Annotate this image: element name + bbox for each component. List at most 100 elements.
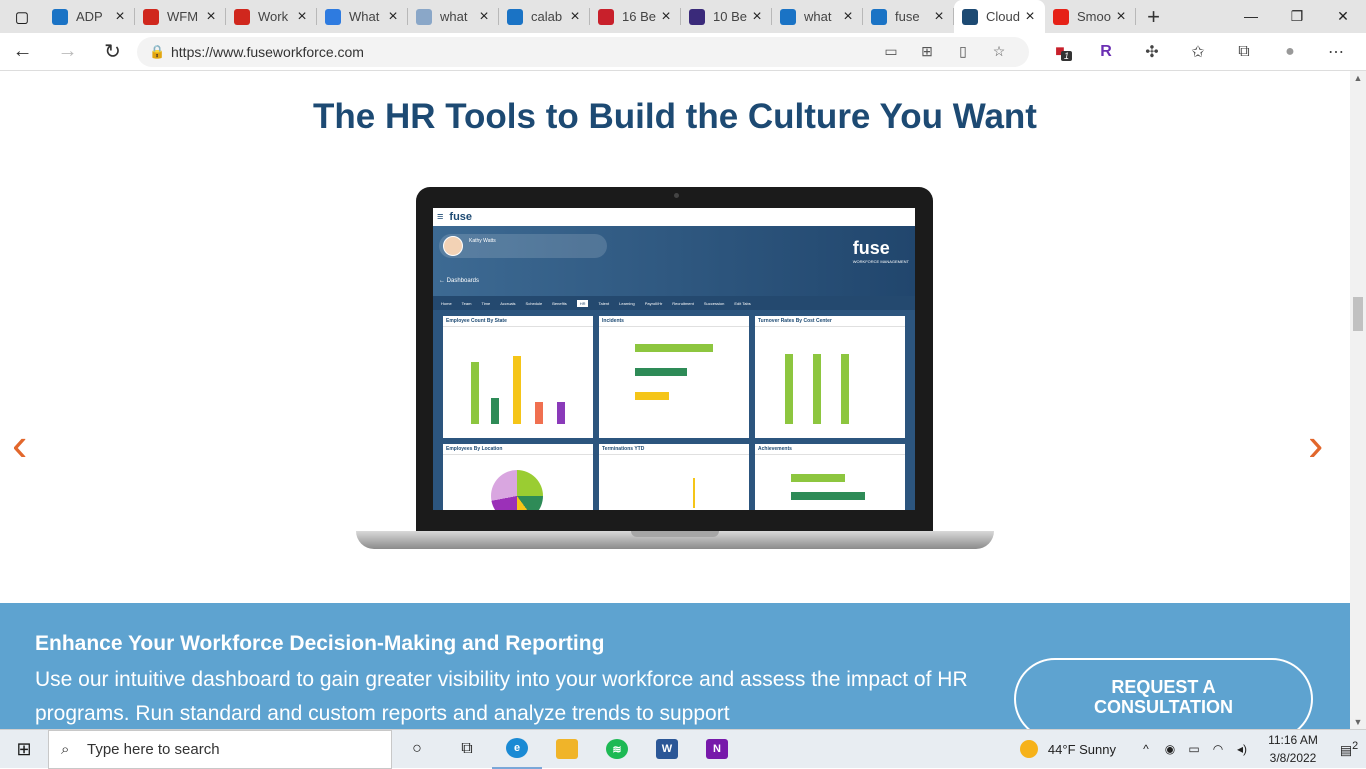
apps-icon[interactable]: ⊞ [909, 43, 945, 60]
notification-icon[interactable]: ▤2 [1332, 740, 1366, 758]
bar [535, 402, 543, 424]
info-band: Enhance Your Workforce Decision-Making a… [0, 603, 1350, 729]
browser-tab[interactable]: Work × [226, 0, 317, 33]
tab-close-icon[interactable]: × [113, 8, 127, 26]
browser-tab[interactable]: fuse × [863, 0, 954, 33]
menu-icon: ≡ [437, 211, 444, 223]
browser-tab[interactable]: Smoo × [1045, 0, 1136, 33]
browser-tab[interactable]: Cloud × [954, 0, 1045, 33]
request-consultation-button[interactable]: REQUEST A CONSULTATION [1014, 658, 1313, 729]
chevron-up-icon[interactable]: ^ [1134, 742, 1158, 756]
refresh-button[interactable]: ↻ [90, 39, 135, 64]
tab-close-icon[interactable]: × [477, 8, 491, 26]
profile-avatar[interactable]: ● [1267, 43, 1313, 61]
card-achievements: Achievements [755, 444, 905, 510]
bar [785, 354, 793, 424]
browser-tab[interactable]: calab × [499, 0, 590, 33]
scroll-up-icon[interactable]: ▲ [1350, 73, 1366, 83]
browser-tab[interactable]: What × [317, 0, 408, 33]
taskbar-search-input[interactable]: ⌕ Type here to search [48, 729, 392, 769]
new-tab-button[interactable]: + [1136, 4, 1171, 30]
cortana-icon[interactable]: ○ [392, 730, 442, 769]
address-bar[interactable]: 🔒 https://www.fuseworkforce.com ▭ ⊞ ▯ ☆ [137, 36, 1029, 67]
tab-close-icon[interactable]: × [295, 8, 309, 26]
forward-button[interactable]: → [45, 40, 90, 63]
tab-close-icon[interactable]: × [204, 8, 218, 26]
site-icon [689, 8, 705, 25]
immersive-reader-icon[interactable]: ▯ [945, 43, 981, 60]
favorite-star-icon[interactable]: ☆ [981, 43, 1017, 60]
tab-close-icon[interactable]: × [1114, 8, 1128, 26]
weather-text[interactable]: 44°F Sunny [1048, 742, 1116, 757]
scroll-down-icon[interactable]: ▼ [1350, 717, 1366, 727]
tab-close-icon[interactable]: × [750, 8, 764, 26]
back-button[interactable]: ← [0, 40, 45, 63]
tab-title: Work [258, 9, 289, 24]
browser-tab[interactable]: WFM × [135, 0, 226, 33]
tab-close-icon[interactable]: × [1023, 8, 1037, 26]
wifi-icon[interactable]: ◠ [1206, 742, 1230, 756]
laptop-notch [631, 531, 719, 537]
bar [557, 402, 565, 424]
bing-icon [780, 8, 796, 25]
browser-tab[interactable]: 10 Be × [681, 0, 772, 33]
task-view-icon[interactable]: ⧉ [442, 730, 492, 769]
dashboard-tab: Learning [619, 300, 635, 306]
browser-tab[interactable]: 16 Be × [590, 0, 681, 33]
bolt-icon [325, 8, 341, 25]
dashboard-tab: HR [576, 299, 589, 307]
fj-icon [598, 8, 614, 25]
favorites-icon[interactable]: ✩ [1175, 42, 1221, 62]
browser-tab[interactable]: what × [408, 0, 499, 33]
volume-icon[interactable]: ◂) [1230, 742, 1254, 756]
windows-start-icon[interactable]: ⊞ [0, 739, 48, 760]
extension-r-icon[interactable]: R [1083, 43, 1129, 61]
tab-close-icon[interactable]: × [568, 8, 582, 26]
card-title: Turnover Rates By Cost Center [755, 316, 905, 327]
scroll-thumb[interactable] [1353, 297, 1363, 331]
onenote-icon[interactable]: N [692, 730, 742, 769]
meet-now-icon[interactable]: ◉ [1158, 742, 1182, 756]
url-text[interactable]: https://www.fuseworkforce.com [171, 44, 873, 60]
laptop-camera [674, 193, 679, 198]
card-terminations: Terminations YTD [599, 444, 749, 510]
bar [791, 492, 865, 500]
extension-icon[interactable]: ■ 1 [1037, 43, 1083, 61]
edge-icon[interactable]: e [492, 730, 542, 769]
browser-tab[interactable]: ADP × [44, 0, 135, 33]
tab-close-icon[interactable]: × [932, 8, 946, 26]
tab-close-icon[interactable]: × [386, 8, 400, 26]
lock-icon: 🔒 [149, 43, 166, 59]
bar [693, 478, 695, 508]
tab-title: WFM [167, 9, 199, 24]
tab-actions-icon: ▢ [14, 8, 30, 26]
word-icon[interactable]: W [642, 730, 692, 769]
battery-icon[interactable]: ▭ [1182, 742, 1206, 756]
tab-close-icon[interactable]: × [659, 8, 673, 26]
dashboards-link: ← Dashboards [439, 278, 480, 284]
collections-icon[interactable]: ⧉ [1221, 43, 1267, 61]
clock[interactable]: 11:16 AM 3/8/2022 [1254, 731, 1332, 767]
dashboard-tab: Payroll/Hr [644, 300, 663, 306]
extensions-puzzle-icon[interactable]: ✣ [1129, 42, 1175, 62]
carousel-prev-icon[interactable]: ‹ [12, 421, 27, 467]
tab-close-icon[interactable]: × [841, 8, 855, 26]
more-menu-icon[interactable]: ⋯ [1313, 42, 1359, 62]
file-explorer-icon[interactable] [542, 730, 592, 769]
tab-actions-button[interactable]: ▢ [0, 0, 44, 33]
carousel-next-icon[interactable]: › [1308, 421, 1323, 467]
browser-tab[interactable]: what × [772, 0, 863, 33]
user-name: Kathy Watts [469, 238, 496, 244]
maximize-icon[interactable]: ❐ [1274, 8, 1320, 25]
dashboard-tab: Edit Tabs [734, 300, 751, 306]
bing-icon [507, 8, 523, 25]
read-aloud-icon[interactable]: ▭ [873, 43, 909, 60]
close-window-icon[interactable]: ✕ [1320, 8, 1366, 25]
bar [635, 392, 669, 400]
adp-icon [143, 8, 159, 25]
spotify-icon[interactable]: ≋ [592, 730, 642, 769]
browser-tab-bar: ▢ ADP × WFM × Work × What × what × calab × 16 Be × 10 … [0, 0, 1366, 33]
page-scrollbar[interactable]: ▲ ▼ [1350, 71, 1366, 729]
minimize-icon[interactable]: — [1228, 8, 1274, 25]
bar [513, 356, 521, 424]
